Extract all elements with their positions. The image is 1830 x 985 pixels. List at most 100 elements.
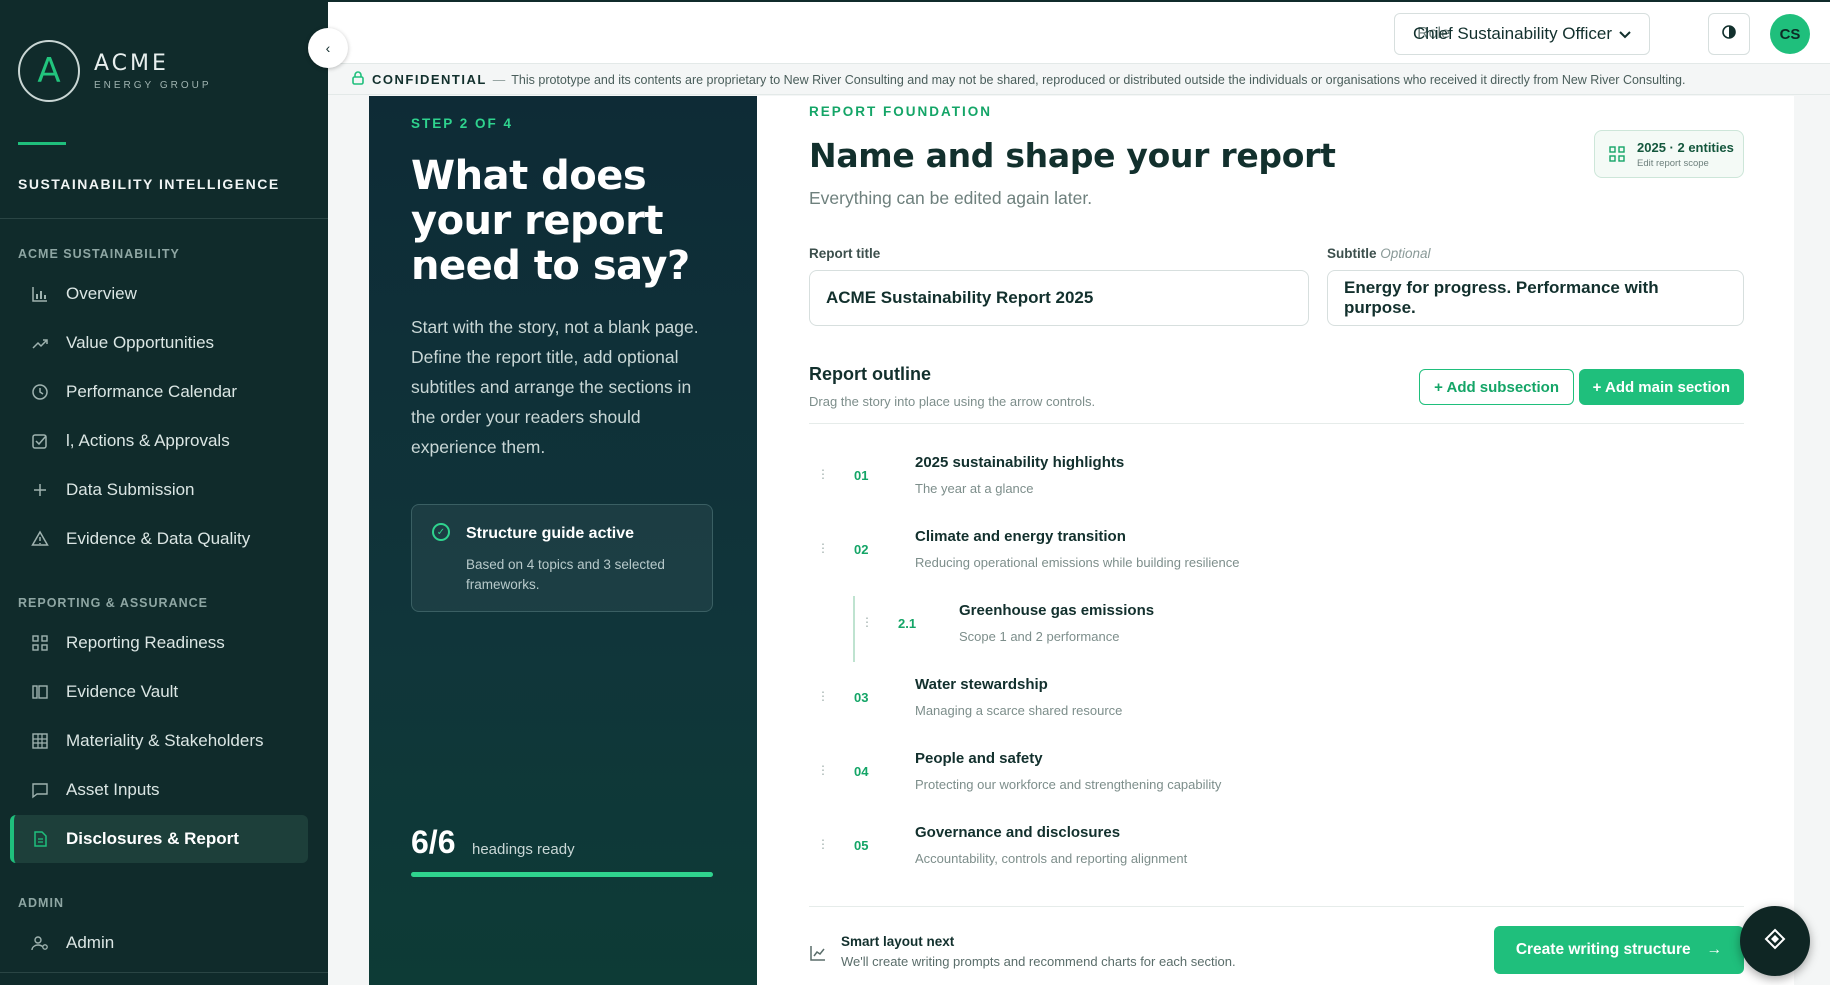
section-description: Reducing operational emissions while bui… [915, 555, 1240, 570]
clock-icon [28, 380, 52, 404]
sidebar-item-reporting-readiness[interactable]: Reporting Readiness [10, 619, 308, 667]
sidebar-item-performance-calendar[interactable]: Performance Calendar [10, 368, 308, 416]
arrow-right-icon: → [1706, 941, 1723, 958]
guide-subtitle: Based on 4 topics and 3 selected framewo… [466, 557, 665, 592]
confidential-banner: CONFIDENTIAL — This prototype and its co… [328, 65, 1830, 95]
sidebar-item-admin[interactable]: Admin [10, 919, 308, 967]
outline-subsection-row[interactable]: ⋮ 2.1 Greenhouse gas emissions Scope 1 a… [809, 596, 1744, 662]
sidebar-item-overview[interactable]: Overview [10, 270, 308, 318]
sidebar-item-materiality-stakeholders[interactable]: Materiality & Stakeholders [10, 717, 308, 765]
check-circle-icon: ✓ [432, 523, 450, 541]
outline-section-row[interactable]: ⋮ 01 2025 sustainability highlights The … [809, 454, 1744, 514]
checkbox-icon [28, 429, 52, 453]
table-icon [28, 729, 52, 753]
drag-handle-icon[interactable]: ⋮ [817, 690, 829, 702]
sidebar-item-actions-approvals[interactable]: l, Actions & Approvals [10, 417, 308, 465]
nav-group-reporting-assurance: REPORTING & ASSURANCE [18, 596, 208, 610]
add-main-section-button[interactable]: + Add main section [1578, 369, 1744, 405]
step-panel: STEP 2 OF 4 What does your report need t… [369, 96, 757, 985]
role-select[interactable]: Chief Sustainability Officer [1394, 13, 1650, 55]
page-subtitle: Everything can be edited again later. [809, 188, 1093, 208]
brand-logo[interactable]: A ACME ENERGY GROUP [18, 40, 212, 102]
create-writing-structure-button[interactable]: Create writing structure → [1494, 926, 1744, 974]
section-description: Scope 1 and 2 performance [959, 629, 1120, 644]
drag-handle-icon[interactable]: ⋮ [817, 468, 829, 480]
brand-accent-line [18, 142, 66, 145]
add-subsection-button[interactable]: + Add subsection [1419, 369, 1574, 405]
sidebar-item-label: Performance Calendar [66, 382, 238, 401]
outline-section-row[interactable]: ⋮ 04 People and safety Protecting our wo… [809, 750, 1744, 810]
headings-progress-bar [411, 872, 713, 877]
drag-handle-icon[interactable]: ⋮ [817, 542, 829, 554]
smart-layout-title: Smart layout next [841, 934, 955, 949]
warning-icon [28, 527, 52, 551]
subtitle-value: Energy for progress. Performance with pu… [1344, 278, 1659, 317]
trend-icon [28, 331, 52, 355]
report-foundation-card: REPORT FOUNDATION Name and shape your re… [757, 96, 1794, 985]
users-gear-icon [28, 931, 52, 955]
section-number: 04 [854, 764, 869, 779]
half-moon-icon [1721, 24, 1737, 45]
sidebar-item-evidence-vault[interactable]: Evidence Vault [10, 668, 308, 716]
structure-guide-card: ✓ Structure guide active Based on 4 topi… [411, 504, 713, 612]
sidebar-item-prefix: l, [66, 431, 75, 450]
diamond-icon [1764, 928, 1786, 955]
sidebar-item-disclosures-report[interactable]: Disclosures & Report [10, 815, 308, 863]
sidebar-item-label: Overview [66, 284, 137, 303]
drag-handle-icon[interactable]: ⋮ [817, 838, 829, 850]
sidebar-item-label: Evidence Vault [66, 682, 179, 701]
sidebar-collapse-button[interactable]: ‹ [308, 28, 348, 68]
report-outline-title: Report outline [809, 364, 931, 384]
sidebar-divider [0, 218, 328, 219]
sidebar-item-data-submission[interactable]: Data Submission [10, 466, 308, 514]
footer-divider [809, 906, 1744, 907]
sidebar-item-value-opportunities[interactable]: Value Opportunities [10, 319, 308, 367]
sidebar-item-label: Value Opportunities [66, 333, 215, 352]
assistant-fab-button[interactable] [1740, 906, 1810, 976]
headings-progress-fill [411, 872, 713, 877]
sidebar-item-label: Actions & Approvals [78, 431, 230, 450]
outline-section-row[interactable]: ⋮ 03 Water stewardship Managing a scarce… [809, 676, 1744, 736]
headings-ready-label: headings ready [472, 841, 575, 858]
create-button-label: Create writing structure [1515, 941, 1691, 958]
section-number: 2.1 [898, 616, 917, 631]
subtitle-input[interactable]: Energy for progress. Performance with pu… [1327, 270, 1744, 326]
drag-handle-icon[interactable]: ⋮ [817, 764, 829, 776]
confidential-dash: — [492, 72, 506, 87]
top-bar: Role Chief Sustainability Officer CS [328, 0, 1830, 64]
line-chart-icon [809, 944, 827, 967]
lock-icon [352, 71, 364, 88]
nav-group-acme-sustainability: ACME SUSTAINABILITY [18, 247, 180, 261]
grid-icon [28, 631, 52, 655]
sidebar-item-evidence-data-quality[interactable]: Evidence & Data Quality [10, 515, 308, 563]
step-description: Start with the story, not a blank page. … [411, 317, 699, 457]
report-title-label-text: Report title [809, 246, 881, 261]
report-title-value: ACME Sustainability Report 2025 [826, 288, 1094, 307]
section-number: 01 [854, 468, 869, 483]
user-avatar[interactable]: CS [1770, 14, 1810, 54]
sidebar-item-label: Admin [66, 933, 115, 952]
chevron-down-icon [1619, 24, 1631, 44]
step-indicator: STEP 2 OF 4 [411, 116, 514, 131]
sidebar-item-label: Evidence & Data Quality [66, 529, 251, 548]
subtitle-optional-hint: Optional [1380, 246, 1431, 261]
drag-handle-icon[interactable]: ⋮ [861, 616, 873, 628]
logo-mark: A [18, 40, 80, 102]
subtitle-label: Subtitle Optional [1327, 246, 1431, 261]
sidebar-item-label: Data Submission [66, 480, 195, 499]
section-name: Governance and disclosures [915, 824, 1121, 841]
report-scope-chip[interactable]: 2025 · 2 entities Edit report scope [1594, 130, 1744, 178]
theme-toggle-button[interactable] [1708, 13, 1750, 55]
confidential-tag: CONFIDENTIAL [372, 72, 487, 87]
section-description: The year at a glance [915, 481, 1034, 496]
report-outline-hint: Drag the story into place using the arro… [809, 394, 1096, 409]
chat-icon [28, 778, 52, 802]
outline-section-row[interactable]: ⋮ 05 Governance and disclosures Accounta… [809, 824, 1744, 884]
outline-section-row[interactable]: ⋮ 02 Climate and energy transition Reduc… [809, 528, 1744, 588]
document-icon [28, 827, 52, 851]
section-description: Managing a scarce shared resource [915, 703, 1123, 718]
report-title-input[interactable]: ACME Sustainability Report 2025 [809, 270, 1309, 326]
sidebar-item-asset-inputs[interactable]: Asset Inputs [10, 766, 308, 814]
brand-subtitle: ENERGY GROUP [94, 80, 212, 91]
section-number: 02 [854, 542, 869, 557]
